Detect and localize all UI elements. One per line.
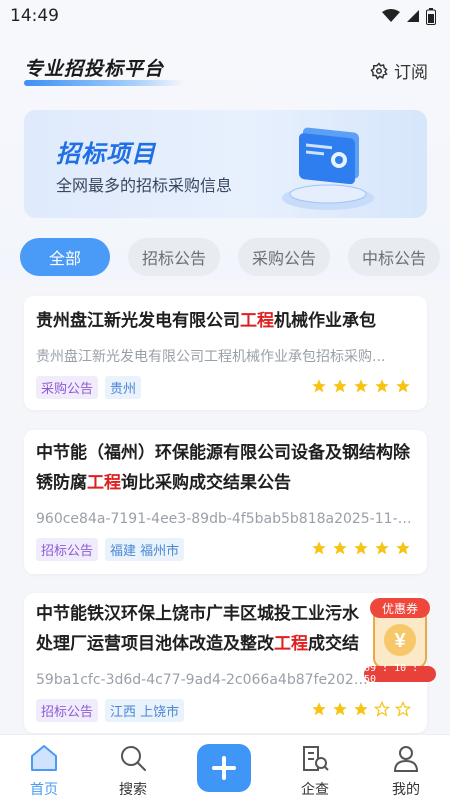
subscribe-label: 订阅 [394,63,428,83]
card-title-text: 贵州盘江新光发电有限公司 [36,311,240,331]
notice-type-badge: 招标公告 [36,699,99,722]
star-icon [333,541,347,555]
document-illustration-icon [282,127,374,210]
company-search-icon [303,746,329,771]
star-icon [354,379,368,393]
star-icon [374,701,390,717]
card-title-highlight: 工程 [240,311,274,331]
rating-stars [311,701,411,717]
svg-text:¥: ¥ [394,630,406,652]
coupon-timer: 09 : 10 : 50 [364,663,436,685]
card-title: 中节能铁汉环保上饶市广丰区城投工业污水处理厂运营项目池体改造及整改工程成交结果公… [36,599,371,661]
star-icon [312,379,326,393]
tab-tender-notice[interactable]: 招标公告 [128,238,221,276]
list-item[interactable]: 贵州盘江新光发电有限公司工程机械作业承包 贵州盘江新光发电有限公司工程机械作业承… [24,296,427,410]
star-icon [333,702,347,716]
coupon-label: 优惠券 [370,598,430,618]
nav-profile-label: 我的 [392,782,420,798]
home-icon [31,745,57,771]
star-icon [354,702,368,716]
banner-subtitle: 全网最多的招标采购信息 [56,176,233,195]
battery-icon [426,7,436,25]
star-icon [395,701,411,717]
card-description: 59ba1cfc-3d6d-4c77-9ad4-2c066a4b87fe2025… [36,672,371,688]
status-time: 14:49 [10,6,59,26]
signal-icon [407,10,419,22]
rating-stars [311,540,411,556]
card-description: 贵州盘江新光发电有限公司工程机械作业承包招标采购... [36,349,386,365]
star-icon [312,702,326,716]
nav-search[interactable]: 搜索 [93,735,173,800]
star-icon [333,379,347,393]
wifi-icon [382,9,400,22]
star-icon [312,541,326,555]
banner-title: 招标项目 [56,140,156,168]
tab-award-notice[interactable]: 中标公告 [348,238,441,276]
gear-icon [370,61,388,80]
rating-stars [311,378,411,394]
add-button[interactable] [197,744,251,792]
region-badge: 福建 福州市 [105,538,185,561]
brand-underline [24,80,184,86]
subscribe-button[interactable]: 订阅 [370,58,428,83]
card-title: 中节能（福州）环保能源有限公司设备及钢结构除锈防腐工程询比采购成交结果公告 [36,438,417,498]
card-description: 960ce84a-7191-4ee3-89db-4f5bab5b818a2025… [36,511,415,527]
bottom-navigation: 首页 搜索 企查 我的 [0,734,450,800]
coupon-floating-button[interactable]: ¥ 优惠券 09 : 10 : 50 [364,596,436,685]
status-icons [382,7,436,25]
star-icon [354,541,368,555]
star-icon [375,541,389,555]
card-title-text: 机械作业承包 [274,311,376,331]
nav-home-label: 首页 [30,782,58,798]
profile-icon [393,746,419,772]
card-title-text: 询比采购成交结果公告 [121,473,291,493]
brand-title: 专业招投标平台 [24,58,165,80]
notice-type-badge: 采购公告 [36,376,99,399]
notice-type-badge: 招标公告 [36,538,99,561]
star-icon [375,379,389,393]
card-tags: 招标公告 江西 上饶市 [36,699,185,722]
nav-search-label: 搜索 [119,782,147,798]
tab-all[interactable]: 全部 [20,238,111,276]
category-tabs: 全部 招标公告 采购公告 中标公告 [0,238,450,278]
card-title-highlight: 工程 [274,634,308,654]
plus-icon [212,756,236,780]
card-title-highlight: 工程 [87,473,121,493]
star-icon [396,541,410,555]
nav-company-search-label: 企查 [301,782,329,798]
card-tags: 招标公告 福建 福州市 [36,538,185,561]
region-badge: 江西 上饶市 [105,699,185,722]
nav-profile[interactable]: 我的 [366,735,446,800]
star-icon [396,379,410,393]
status-bar: 14:49 [0,0,450,32]
promo-banner[interactable]: 招标项目 全网最多的招标采购信息 [24,110,427,218]
card-tags: 采购公告 贵州 [36,376,142,399]
region-badge: 贵州 [105,376,142,399]
tab-procurement-notice[interactable]: 采购公告 [238,238,331,276]
search-icon [121,746,146,771]
list-item[interactable]: 中节能（福州）环保能源有限公司设备及钢结构除锈防腐工程询比采购成交结果公告 96… [24,430,427,574]
nav-home[interactable]: 首页 [4,735,84,800]
card-title: 贵州盘江新光发电有限公司工程机械作业承包 [36,306,417,336]
nav-company-search[interactable]: 企查 [275,735,355,800]
